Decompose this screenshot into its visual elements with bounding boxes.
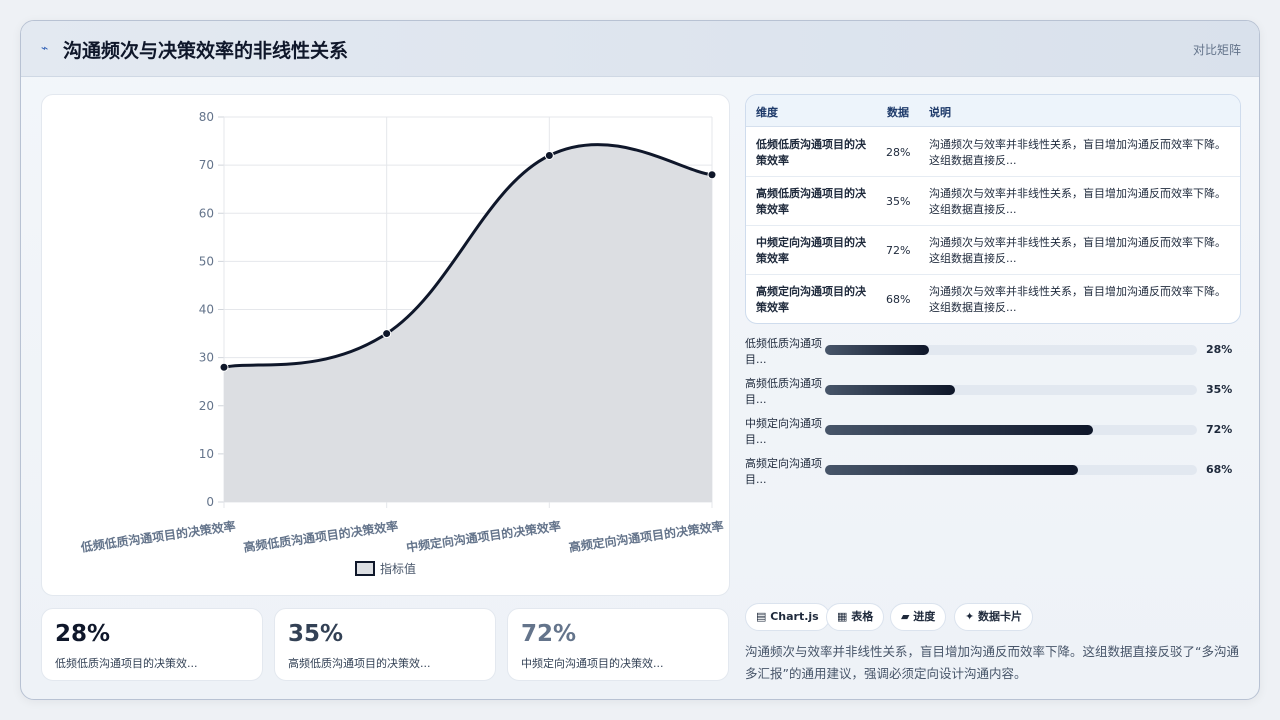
data-table: 维度 数据 说明 低频低质沟通项目的决策效率 28% 沟通频次与效率并非线性关系…	[745, 94, 1241, 324]
table-row: 高频低质沟通项目的决策效率 35% 沟通频次与效率并非线性关系，盲目增加沟通反而…	[746, 177, 1240, 226]
y-tick-label: 80	[199, 110, 214, 124]
stat-card: 35% 高频低质沟通项目的决策效...	[274, 608, 496, 681]
progress-fill	[825, 465, 1078, 475]
stat-value: 28%	[55, 621, 111, 647]
legend-swatch	[355, 561, 375, 576]
progress-row: 低频低质沟通项目... 28%	[745, 333, 1241, 373]
y-tick-label: 40	[199, 303, 214, 317]
row-description: 沟通频次与效率并非线性关系，盲目增加沟通反而效率下降。这组数据直接反...	[929, 187, 1226, 216]
line-chart-card: 0 10 20 30 40 50 60 70 80 低频低质沟通项目的决策效率 高频低质沟通项目的决…	[41, 94, 730, 596]
progress-track	[825, 385, 1197, 395]
table-header: 维度 数据 说明	[746, 95, 1240, 127]
y-tick-label: 20	[199, 399, 214, 413]
row-value: 68%	[886, 293, 911, 306]
view-label[interactable]: 对比矩阵	[1193, 41, 1241, 58]
progress-fill	[825, 385, 956, 395]
stat-label: 低频低质沟通项目的决策效...	[55, 657, 198, 670]
y-tick-label: 50	[199, 254, 214, 268]
page-title: 沟通频次与决策效率的非线性关系	[63, 40, 349, 62]
legend-label: 指标值	[380, 561, 416, 576]
progress-fill	[825, 345, 930, 355]
data-point	[219, 362, 229, 372]
row-description: 沟通频次与效率并非线性关系，盲目增加沟通反而效率下降。这组数据直接反...	[929, 236, 1226, 265]
row-description: 沟通频次与效率并非线性关系，盲目增加沟通反而效率下降。这组数据直接反...	[929, 285, 1226, 314]
column-header-description: 说明	[929, 106, 951, 119]
stat-card: 28% 低频低质沟通项目的决策效...	[41, 608, 263, 681]
data-point	[382, 329, 392, 339]
progress-label: 高频定向沟通项目...	[745, 457, 822, 486]
column-header-data: 数据	[887, 106, 909, 119]
row-name: 中频定向沟通项目的决策效率	[756, 236, 866, 265]
progress-label: 低频低质沟通项目...	[745, 337, 822, 366]
chip-chartjs[interactable]: ▤ Chart.js	[745, 603, 830, 631]
header: ⌁ 沟通频次与决策效率的非线性关系 对比矩阵	[21, 21, 1259, 77]
stat-label: 中频定向沟通项目的决策效...	[521, 657, 664, 670]
progress-track	[825, 345, 1197, 355]
x-category-label: 高频定向沟通项目的决策效率	[568, 518, 725, 555]
y-tick-label: 0	[206, 495, 214, 509]
stat-card: 72% 中频定向沟通项目的决策效...	[507, 608, 729, 681]
row-value: 28%	[886, 146, 911, 159]
row-name: 高频低质沟通项目的决策效率	[756, 187, 866, 216]
progress-track	[825, 425, 1197, 435]
progress-fill	[825, 425, 1093, 435]
table-row: 低频低质沟通项目的决策效率 28% 沟通频次与效率并非线性关系，盲目增加沟通反而…	[746, 128, 1240, 177]
y-tick-label: 60	[199, 206, 214, 220]
stat-value: 35%	[288, 621, 344, 647]
data-point	[544, 151, 554, 160]
progress-row: 中频定向沟通项目... 72%	[745, 413, 1241, 453]
row-description: 沟通频次与效率并非线性关系，盲目增加沟通反而效率下降。这组数据直接反...	[929, 138, 1226, 167]
table-row: 中频定向沟通项目的决策效率 72% 沟通频次与效率并非线性关系，盲目增加沟通反而…	[746, 226, 1240, 275]
row-name: 低频低质沟通项目的决策效率	[756, 138, 866, 167]
y-tick-label: 30	[199, 351, 214, 365]
y-tick-label: 70	[199, 158, 214, 172]
progress-bars: 低频低质沟通项目... 28% 高频低质沟通项目... 35% 中频定向沟通项目…	[745, 333, 1241, 493]
progress-percent: 28%	[1206, 343, 1233, 356]
summary-text: 沟通频次与效率并非线性关系，盲目增加沟通反而效率下降。这组数据直接反驳了“多沟通…	[745, 644, 1239, 681]
table-row: 高频定向沟通项目的决策效率 68% 沟通频次与效率并非线性关系，盲目增加沟通反而…	[746, 275, 1240, 323]
row-value: 72%	[886, 244, 911, 257]
row-value: 35%	[886, 195, 911, 208]
chip-progress[interactable]: ▰ 进度	[890, 603, 947, 631]
x-category-label: 中频定向沟通项目的决策效率	[405, 518, 562, 555]
progress-label: 高频低质沟通项目...	[745, 377, 822, 406]
column-header-dimension: 维度	[756, 106, 778, 119]
data-point	[707, 170, 717, 180]
progress-track	[825, 465, 1197, 475]
progress-row: 高频低质沟通项目... 35%	[745, 373, 1241, 413]
y-tick-label: 10	[199, 447, 214, 461]
row-name: 高频定向沟通项目的决策效率	[756, 285, 866, 314]
progress-row: 高频定向沟通项目... 68%	[745, 453, 1241, 493]
x-category-label: 低频低质沟通项目的决策效率	[79, 518, 237, 555]
progress-label: 中频定向沟通项目...	[745, 417, 822, 446]
area-fill	[224, 144, 712, 503]
dashboard-frame: ⌁ 沟通频次与决策效率的非线性关系 对比矩阵 0 10 20 30 40 50 60 70 80…	[20, 20, 1260, 700]
chip-data-cards[interactable]: ✦ 数据卡片	[954, 603, 1034, 631]
stat-value: 72%	[521, 621, 577, 647]
line-chart: 0 10 20 30 40 50 60 70 80 低频低质沟通项目的决策效率 高频低质沟通项目的决…	[79, 110, 725, 576]
x-category-label: 高频低质沟通项目的决策效率	[242, 518, 399, 555]
chip-table[interactable]: ▦ 表格	[826, 603, 885, 631]
progress-percent: 35%	[1206, 383, 1233, 396]
progress-percent: 68%	[1206, 463, 1233, 476]
stat-label: 高频低质沟通项目的决策效...	[288, 657, 431, 670]
progress-percent: 72%	[1206, 423, 1233, 436]
flash-icon: ⌁	[41, 41, 49, 55]
